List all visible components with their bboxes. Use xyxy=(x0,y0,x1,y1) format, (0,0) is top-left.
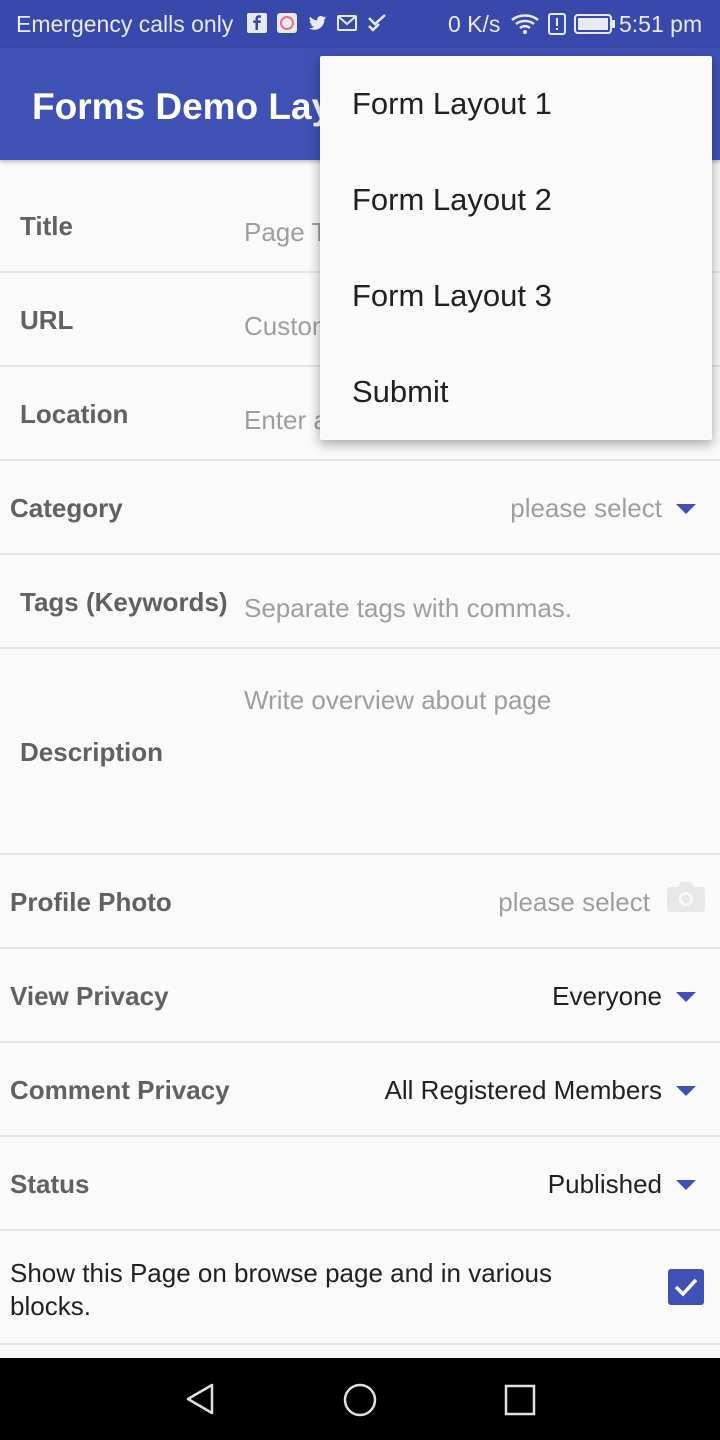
view-privacy-label: View Privacy xyxy=(10,981,169,1011)
description-label: Description xyxy=(20,737,164,767)
menu-item-label: Submit xyxy=(352,374,449,409)
overflow-menu: Form Layout 1 Form Layout 2 Form Layout … xyxy=(320,56,712,440)
system-icons xyxy=(510,12,616,41)
menu-item-form-layout-1[interactable]: Form Layout 1 xyxy=(320,56,712,152)
show-on-browse-row[interactable]: Show this Page on browse page and in var… xyxy=(0,1231,720,1345)
status-select[interactable]: Published xyxy=(548,1169,662,1200)
app-icon xyxy=(276,12,298,34)
check-icon xyxy=(366,12,388,34)
notification-icons xyxy=(246,12,388,34)
description-row[interactable]: Description Write overview about page xyxy=(0,649,720,855)
category-select[interactable]: please select xyxy=(510,493,662,524)
location-label: Location xyxy=(20,399,129,429)
description-input[interactable]: Write overview about page xyxy=(244,685,551,716)
recents-icon[interactable] xyxy=(504,1384,536,1421)
profile-photo-row[interactable]: Profile Photo please select xyxy=(0,855,720,949)
tags-input[interactable]: Separate tags with commas. xyxy=(244,593,572,624)
twitter-icon xyxy=(306,12,328,34)
menu-item-label: Form Layout 3 xyxy=(352,278,552,313)
status-row[interactable]: Status Published xyxy=(0,1137,720,1231)
chevron-down-icon[interactable] xyxy=(676,992,696,1002)
category-label: Category xyxy=(10,493,123,523)
category-row[interactable]: Category please select xyxy=(0,461,720,555)
menu-item-form-layout-3[interactable]: Form Layout 3 xyxy=(320,248,712,344)
show-on-browse-label: Show this Page on browse page and in var… xyxy=(10,1258,553,1321)
tags-label: Tags (Keywords) xyxy=(20,587,228,617)
view-privacy-select[interactable]: Everyone xyxy=(552,981,662,1012)
checkmark-icon xyxy=(674,1278,698,1297)
chevron-down-icon[interactable] xyxy=(676,1180,696,1190)
menu-item-label: Form Layout 2 xyxy=(352,182,552,217)
carrier-text: Emergency calls only xyxy=(16,11,234,37)
status-label: Status xyxy=(10,1169,90,1199)
url-label: URL xyxy=(20,305,74,335)
camera-icon[interactable] xyxy=(666,879,706,918)
navigation-bar xyxy=(0,1358,720,1440)
comment-privacy-row[interactable]: Comment Privacy All Registered Members xyxy=(0,1043,720,1137)
view-privacy-row[interactable]: View Privacy Everyone xyxy=(0,949,720,1043)
clock: 5:51 pm xyxy=(619,11,703,37)
menu-item-submit[interactable]: Submit xyxy=(320,344,712,440)
show-on-browse-checkbox[interactable] xyxy=(668,1269,704,1305)
profile-photo-label: Profile Photo xyxy=(10,887,172,917)
profile-photo-select[interactable]: please select xyxy=(498,887,650,918)
title-label: Title xyxy=(20,211,73,241)
wifi-icon xyxy=(510,12,540,41)
battery-icon xyxy=(574,13,616,40)
back-icon[interactable] xyxy=(184,1382,216,1421)
mail-icon xyxy=(336,12,358,34)
comment-privacy-select[interactable]: All Registered Members xyxy=(385,1075,662,1106)
menu-item-label: Form Layout 1 xyxy=(352,86,552,121)
status-bar: Emergency calls only 0 K/s 5:51 pm xyxy=(0,0,720,48)
chevron-down-icon[interactable] xyxy=(676,504,696,514)
tags-row[interactable]: Tags (Keywords) Separate tags with comma… xyxy=(0,555,720,649)
facebook-icon xyxy=(246,12,268,34)
menu-item-form-layout-2[interactable]: Form Layout 2 xyxy=(320,152,712,248)
chevron-down-icon[interactable] xyxy=(676,1086,696,1096)
net-speed: 0 K/s xyxy=(448,11,501,37)
alert-icon xyxy=(548,12,566,41)
comment-privacy-label: Comment Privacy xyxy=(10,1075,230,1105)
home-icon[interactable] xyxy=(342,1382,378,1423)
